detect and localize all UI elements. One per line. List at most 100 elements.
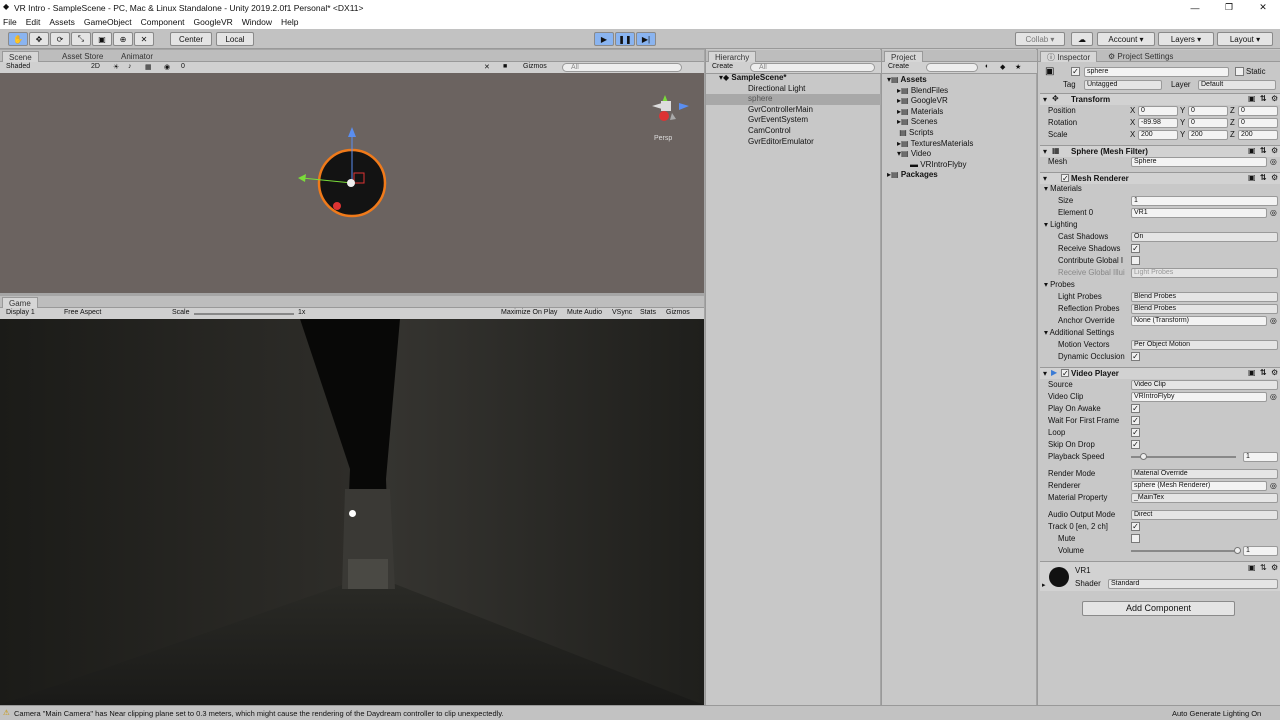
layer-dropdown[interactable]: Default [1198, 80, 1276, 90]
hierarchy-item[interactable]: GvrControllerMain [706, 105, 881, 116]
video-player-header[interactable]: ▾ ▶ ✓ Video Player ▣ ⇅ ⚙ [1040, 367, 1280, 379]
menu-component[interactable]: Component [141, 17, 185, 27]
size-field[interactable]: 1 [1131, 196, 1278, 206]
tab-animator[interactable]: Animator [115, 51, 159, 62]
pivot-center-button[interactable]: Center [170, 32, 212, 46]
renderer-field[interactable]: sphere (Mesh Renderer) [1131, 481, 1267, 491]
maximize-on-play-toggle[interactable]: Maximize On Play [501, 309, 557, 316]
volume-slider[interactable] [1131, 550, 1236, 552]
hidden-objects-icon[interactable]: ◉ [164, 63, 170, 71]
mesh-renderer-header[interactable]: ▾ ✓ Mesh Renderer ▣ ⇅ ⚙ [1040, 172, 1280, 184]
skip-on-drop-checkbox[interactable]: ✓ [1131, 440, 1140, 449]
menu-gameobject[interactable]: GameObject [84, 17, 132, 27]
minimize-button[interactable]: — [1178, 3, 1212, 13]
cloud-button[interactable]: ☁ [1071, 32, 1093, 46]
tab-project[interactable]: Project [884, 51, 923, 62]
effects-toggle-icon[interactable]: ▦ [145, 63, 152, 71]
position-y-field[interactable]: 0 [1188, 106, 1228, 116]
preset-icon[interactable]: ⇅ [1260, 94, 1267, 103]
object-picker-icon[interactable]: ◎ [1270, 316, 1277, 325]
menu-help[interactable]: Help [281, 17, 298, 27]
rotate-tool-icon[interactable]: ⟳ [50, 32, 70, 46]
active-checkbox[interactable]: ✓ [1071, 67, 1080, 76]
menu-window[interactable]: Window [242, 17, 272, 27]
static-checkbox[interactable] [1235, 67, 1244, 76]
status-message[interactable]: Camera "Main Camera" has Near clipping p… [14, 709, 504, 718]
menu-file[interactable]: File [3, 17, 17, 27]
object-picker-icon[interactable]: ◎ [1270, 208, 1277, 217]
preset-icon[interactable]: ⇅ [1260, 173, 1267, 182]
render-mode-dropdown[interactable]: Material Override [1131, 469, 1278, 479]
project-folder-assets[interactable]: ▾▤ Assets [882, 75, 1037, 86]
cast-shadows-dropdown[interactable]: On [1131, 232, 1278, 242]
tag-dropdown[interactable]: Untagged [1084, 80, 1162, 90]
tab-hierarchy[interactable]: Hierarchy [708, 51, 757, 62]
rect-tool-icon[interactable]: ▣ [92, 32, 112, 46]
layers-dropdown[interactable]: Layers ▾ [1158, 32, 1214, 46]
gear-icon[interactable]: ⚙ [1271, 94, 1278, 103]
project-folder[interactable]: ▤ Scripts [882, 128, 1037, 139]
menu-edit[interactable]: Edit [26, 17, 41, 27]
stats-toggle[interactable]: Stats [640, 309, 656, 316]
collab-button[interactable]: Collab ▾ [1015, 32, 1065, 46]
project-search-input[interactable] [926, 63, 978, 72]
object-picker-icon[interactable]: ◎ [1270, 481, 1277, 490]
project-folder[interactable]: ▸▤ Scenes [882, 117, 1037, 128]
hierarchy-item[interactable]: Directional Light [706, 84, 881, 95]
play-on-awake-checkbox[interactable]: ✓ [1131, 404, 1140, 413]
account-dropdown[interactable]: Account ▾ [1097, 32, 1155, 46]
wait-first-frame-checkbox[interactable]: ✓ [1131, 416, 1140, 425]
hierarchy-item-selected[interactable]: sphere [706, 94, 881, 105]
mesh-field[interactable]: Sphere [1131, 157, 1267, 167]
mute-audio-toggle[interactable]: Mute Audio [567, 309, 602, 316]
pivot-local-button[interactable]: Local [216, 32, 254, 46]
hierarchy-search-input[interactable]: All [750, 63, 875, 72]
game-view[interactable] [0, 319, 704, 705]
object-picker-icon[interactable]: ◎ [1270, 392, 1277, 401]
additional-settings-foldout[interactable]: ▾ Additional Settings [1044, 328, 1114, 337]
rotation-y-field[interactable]: 0 [1188, 118, 1228, 128]
help-icon[interactable]: ▣ [1248, 368, 1256, 377]
step-button[interactable]: ▶| [636, 32, 656, 46]
scale-x-field[interactable]: 200 [1138, 130, 1178, 140]
maximize-button[interactable]: ❐ [1212, 2, 1246, 13]
favorites-icon[interactable]: ★ [1015, 63, 1021, 71]
gizmos-dropdown[interactable]: Gizmos [523, 63, 547, 70]
camera-icon[interactable]: ■ [503, 63, 507, 70]
help-icon[interactable]: ▣ [1248, 563, 1256, 572]
scene-view[interactable]: Persp [0, 73, 704, 293]
aspect-dropdown[interactable]: Free Aspect [64, 309, 101, 316]
hierarchy-item[interactable]: GvrEditorEmulator [706, 137, 881, 148]
close-button[interactable]: ✕ [1246, 2, 1280, 13]
source-dropdown[interactable]: Video Clip [1131, 380, 1278, 390]
scene-gizmo-sphere[interactable] [298, 127, 387, 218]
rotation-z-field[interactable]: 0 [1238, 118, 1278, 128]
gear-icon[interactable]: ⚙ [1271, 146, 1278, 155]
persp-label[interactable]: Persp [654, 135, 672, 142]
preset-icon[interactable]: ⇅ [1260, 563, 1267, 572]
tab-asset-store[interactable]: Asset Store [56, 51, 109, 62]
project-folder[interactable]: ▾▤ Video [882, 149, 1037, 160]
enable-checkbox[interactable]: ✓ [1061, 174, 1069, 183]
hierarchy-item[interactable]: CamControl [706, 126, 881, 137]
hand-tool-icon[interactable]: ✋ [8, 32, 28, 46]
project-folder[interactable]: ▸▤ GoogleVR [882, 96, 1037, 107]
position-x-field[interactable]: 0 [1138, 106, 1178, 116]
project-create-button[interactable]: Create [888, 63, 909, 70]
audio-output-dropdown[interactable]: Direct [1131, 510, 1278, 520]
pause-button[interactable]: ❚❚ [615, 32, 635, 46]
reflection-probes-dropdown[interactable]: Blend Probes [1131, 304, 1278, 314]
game-gizmos-dropdown[interactable]: Gizmos [666, 309, 690, 316]
tab-project-settings[interactable]: ⚙ Project Settings [1102, 51, 1179, 62]
add-component-button[interactable]: Add Component [1082, 601, 1235, 616]
playback-speed-field[interactable]: 1 [1243, 452, 1278, 462]
lighting-toggle-icon[interactable]: ☀ [113, 63, 119, 71]
hierarchy-create-button[interactable]: Create [712, 63, 733, 70]
lighting-foldout[interactable]: ▾ Lighting [1044, 220, 1077, 229]
probes-foldout[interactable]: ▾ Probes [1044, 280, 1075, 289]
contribute-gi-checkbox[interactable] [1131, 256, 1140, 265]
material-header[interactable]: ▸ VR1 Shader Standard ▣ ⇅ ⚙ [1040, 561, 1280, 591]
display-dropdown[interactable]: Display 1 [6, 309, 35, 316]
scale-z-field[interactable]: 200 [1238, 130, 1278, 140]
rotation-x-field[interactable]: -89.98 [1138, 118, 1178, 128]
